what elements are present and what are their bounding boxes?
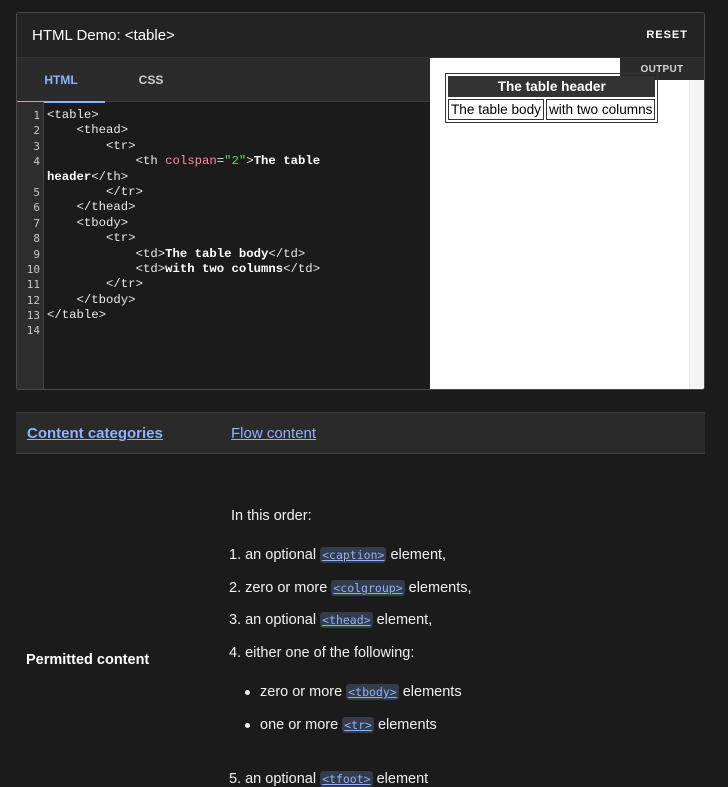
code-text[interactable]: <table> <thead> <tr> <th colspan="2">The… — [44, 102, 320, 389]
list-item: 3. an optional <thead> element, — [229, 612, 433, 628]
code-line: </table> — [47, 308, 107, 323]
flow-content-link[interactable]: Flow content — [231, 425, 316, 442]
sub-list-item: one or more <tr> elements — [260, 717, 437, 733]
line-number: 2 — [33, 124, 40, 138]
preview-table: The table header The table body with two… — [445, 73, 659, 123]
tr-link[interactable]: <tr> — [342, 717, 374, 733]
order-intro: In this order: — [231, 508, 312, 524]
code-area[interactable]: 1 2 3 4 5 6 7 8 9 10 11 12 13 14 <table>… — [17, 102, 430, 389]
permitted-content-row: Permitted content In this order: 1. an o… — [16, 454, 705, 787]
code-line: <tbody> — [76, 215, 129, 230]
preview-table-cell: with two columns — [545, 99, 656, 120]
code-line: header</th> — [47, 169, 129, 184]
preview-table-header: The table header — [448, 76, 656, 97]
code-line: <td>with two columns</td> — [135, 261, 321, 276]
list-item: 5. an optional <tfoot> element — [229, 771, 429, 787]
line-number: 9 — [33, 247, 40, 261]
line-number-gutter: 1 2 3 4 5 6 7 8 9 10 11 12 13 14 — [17, 102, 44, 389]
tfoot-link[interactable]: <tfoot> — [320, 771, 373, 787]
line-number — [17, 170, 43, 185]
line-number: 11 — [26, 278, 40, 292]
colgroup-link[interactable]: <colgroup> — [331, 580, 405, 596]
caption-link[interactable]: <caption> — [320, 547, 387, 563]
code-line: </tbody> — [76, 292, 136, 307]
line-number: 3 — [33, 139, 40, 153]
line-number: 13 — [26, 309, 40, 323]
tab-html[interactable]: HTML — [17, 58, 105, 103]
code-line: </tr> — [106, 277, 143, 292]
properties-table: Content categories Flow content Permitte… — [16, 412, 705, 787]
code-line: <tr> — [106, 138, 136, 153]
code-editor: HTML CSS 1 2 3 4 5 6 7 8 9 10 11 12 13 1… — [17, 58, 430, 389]
thead-link[interactable]: <thead> — [320, 612, 373, 628]
code-line: <tr> — [106, 231, 136, 246]
interactive-demo: HTML Demo: <table> RESET HTML CSS 1 2 3 … — [16, 12, 705, 390]
demo-title: HTML Demo: <table> — [32, 26, 175, 44]
code-line: <thead> — [76, 123, 129, 138]
content-categories-link[interactable]: Content categories — [27, 425, 163, 442]
line-number: 1 — [33, 109, 40, 122]
code-line: </tr> — [106, 184, 143, 199]
line-number: 6 — [33, 201, 40, 215]
code-line: <table> — [47, 108, 99, 122]
bullet-icon — [245, 690, 250, 695]
tbody-link[interactable]: <tbody> — [346, 684, 399, 700]
line-number: 5 — [33, 185, 40, 199]
code-line: </thead> — [76, 200, 136, 215]
tab-css[interactable]: CSS — [105, 58, 197, 102]
list-item: 4. either one of the following: — [229, 645, 415, 661]
demo-header: HTML Demo: <table> RESET — [17, 13, 704, 58]
line-number: 8 — [33, 232, 40, 246]
editor-tabs: HTML CSS — [17, 58, 430, 103]
code-line: <th colspan="2">The table — [135, 154, 321, 169]
line-number: 4 — [33, 155, 40, 169]
line-number: 7 — [33, 216, 40, 230]
reset-button[interactable]: RESET — [646, 29, 688, 41]
line-number: 12 — [26, 293, 40, 307]
preview-table-cell: The table body — [448, 99, 544, 120]
output-pane: OUTPUT The table header The table body w… — [430, 58, 704, 389]
code-line: <td>The table body</td> — [135, 246, 306, 261]
permitted-content-label: Permitted content — [26, 652, 150, 668]
bullet-icon — [245, 723, 250, 728]
sub-list-item: zero or more <tbody> elements — [260, 684, 462, 700]
line-number: 14 — [26, 324, 40, 338]
list-item: 2. zero or more <colgroup> elements, — [229, 580, 472, 596]
list-item: 1. an optional <caption> element, — [229, 547, 447, 563]
content-categories-row: Content categories Flow content — [16, 412, 705, 454]
output-scrollbar[interactable] — [689, 80, 704, 389]
line-number: 10 — [26, 262, 40, 276]
